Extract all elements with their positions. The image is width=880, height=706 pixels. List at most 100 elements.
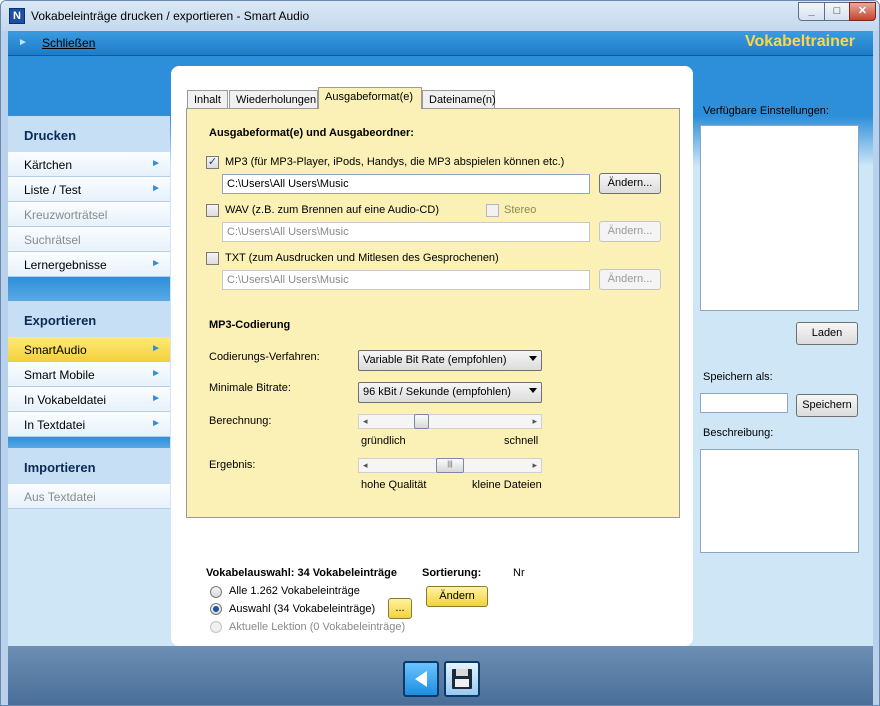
close-menu-item[interactable]: Schließen [42, 36, 95, 50]
output-heading: Ausgabeformat(e) und Ausgabeordner: [209, 127, 414, 139]
coding-method-label: Codierungs-Verfahren: [209, 351, 320, 363]
minimize-button[interactable]: _ [798, 2, 825, 21]
coding-method-select[interactable]: Variable Bit Rate (empfohlen) [358, 350, 542, 371]
sidebar-item-kaertchen[interactable]: Kärtchen ► [8, 152, 170, 177]
save-button[interactable] [444, 661, 480, 697]
stereo-checkbox [486, 204, 499, 217]
stereo-label: Stereo [504, 204, 537, 216]
sidebar-item-in-vokabeldatei[interactable]: In Vokabeldatei ► [8, 387, 170, 412]
slider-right-arrow-icon[interactable]: ▸ [532, 459, 537, 472]
sidebar-gap [8, 277, 170, 301]
section-importieren: Importieren [8, 448, 170, 484]
calc-high-label: schnell [504, 435, 539, 447]
radio-selection-label: Auswahl (34 Vokabeleinträge) [229, 603, 376, 615]
chevron-right-icon: ► [151, 368, 161, 379]
radio-current-lesson-label: Aktuelle Lektion (0 Vokabeleinträge) [229, 621, 406, 633]
chevron-right-icon: ► [151, 343, 161, 354]
min-bitrate-select[interactable]: 96 kBit / Sekunde (empfohlen) [358, 382, 542, 403]
tab-wiederholungen[interactable]: Wiederholungen [229, 90, 318, 109]
window-title: Vokabeleinträge drucken / exportieren - … [31, 9, 310, 23]
sidebar-item-label: In Vokabeldatei [24, 393, 107, 407]
sidebar-item-label: Smart Mobile [24, 368, 95, 382]
coding-method-value: Variable Bit Rate (empfohlen) [363, 354, 507, 366]
slider-left-arrow-icon[interactable]: ◂ [363, 415, 368, 428]
sort-change-button[interactable]: Ändern [426, 586, 488, 607]
back-arrow-icon [415, 671, 427, 687]
chevron-right-icon: ► [151, 418, 161, 429]
sidebar-item-label: In Textdatei [24, 418, 86, 432]
mp3-coding-heading: MP3-Codierung [209, 319, 291, 331]
sidebar-item-label: SmartAudio [24, 343, 87, 357]
sidebar-item-label: Suchrätsel [24, 233, 81, 247]
min-bitrate-label: Minimale Bitrate: [209, 382, 291, 394]
txt-change-button: Ändern... [599, 269, 661, 290]
sidebar-item-in-textdatei[interactable]: In Textdatei ► [8, 412, 170, 437]
sidebar-item-smart-mobile[interactable]: Smart Mobile ► [8, 362, 170, 387]
maximize-button[interactable]: □ [824, 2, 850, 21]
app-icon: N [9, 8, 25, 24]
play-arrow-icon: ► [18, 37, 28, 48]
mp3-path-field[interactable]: C:\Users\All Users\Music [222, 174, 590, 194]
sort-label: Sortierung: [422, 567, 482, 579]
calc-low-label: gründlich [361, 435, 406, 447]
mp3-checkbox[interactable]: ✓ [206, 156, 219, 169]
title-bar: N Vokabeleinträge drucken / exportieren … [1, 1, 879, 31]
selection-dots-button[interactable]: ... [388, 598, 412, 619]
sidebar-item-lernergebnisse[interactable]: Lernergebnisse ► [8, 252, 170, 277]
save-as-input[interactable] [700, 393, 788, 413]
txt-checkbox[interactable] [206, 252, 219, 265]
min-bitrate-value: 96 kBit / Sekunde (empfohlen) [363, 386, 511, 398]
result-slider[interactable]: ◂ ▸ ||| [358, 458, 542, 473]
description-box[interactable] [700, 449, 859, 553]
sidebar-gap [8, 437, 170, 448]
tab-inhalt[interactable]: Inhalt [187, 90, 228, 109]
available-settings-list[interactable] [700, 125, 859, 311]
floppy-disk-icon [452, 669, 472, 689]
bottom-bar [8, 646, 873, 705]
sidebar-item-label: Aus Textdatei [24, 490, 96, 504]
sidebar-item-label: Lernergebnisse [24, 258, 107, 272]
slider-right-arrow-icon[interactable]: ▸ [532, 415, 537, 428]
sidebar-item-liste-test[interactable]: Liste / Test ► [8, 177, 170, 202]
selection-heading: Vokabelauswahl: 34 Vokabeleinträge [206, 567, 397, 579]
tab-content [186, 108, 680, 518]
sidebar-item-label: Liste / Test [24, 183, 82, 197]
wav-checkbox[interactable] [206, 204, 219, 217]
section-drucken: Drucken [8, 116, 170, 152]
dropdown-arrow-icon [529, 356, 537, 361]
tab-dateiname[interactable]: Dateiname(n) [422, 90, 496, 109]
sidebar: Drucken Kärtchen ► Liste / Test ► Kreuzwor… [8, 116, 170, 646]
load-button[interactable]: Laden [796, 322, 858, 345]
radio-current-lesson [210, 621, 222, 633]
menu-bar: ► Schließen Vokabeltrainer [8, 31, 873, 56]
dropdown-arrow-icon [529, 388, 537, 393]
slider-thumb[interactable] [414, 414, 429, 429]
app-window: N Vokabeleinträge drucken / exportieren … [0, 0, 880, 706]
chevron-right-icon: ► [151, 258, 161, 269]
section-exportieren: Exportieren [8, 301, 170, 337]
tab-ausgabeformat[interactable]: Ausgabeformat(e) [318, 87, 422, 109]
mp3-change-button[interactable]: Ändern... [599, 173, 661, 194]
txt-label: TXT (zum Ausdrucken und Mitlesen des Ges… [225, 252, 499, 264]
sidebar-item-suchraetsel: Suchrätsel [8, 227, 170, 252]
radio-selection[interactable] [210, 603, 222, 615]
mp3-label: MP3 (für MP3-Player, iPods, Handys, die … [225, 156, 565, 168]
back-button[interactable] [403, 661, 439, 697]
save-settings-button[interactable]: Speichern [796, 394, 858, 417]
result-label: Ergebnis: [209, 459, 256, 471]
calculation-slider[interactable]: ◂ ▸ [358, 414, 542, 429]
radio-all[interactable] [210, 586, 222, 598]
sort-value: Nr [513, 567, 525, 579]
slider-thumb[interactable]: ||| [436, 458, 464, 473]
sidebar-item-kreuzwortraetsel: Kreuzworträtsel [8, 202, 170, 227]
close-window-button[interactable]: ✕ [849, 2, 876, 21]
save-as-label: Speichern als: [703, 371, 773, 383]
slider-left-arrow-icon[interactable]: ◂ [363, 459, 368, 472]
radio-all-label: Alle 1.262 Vokabeleinträge [229, 585, 360, 597]
description-label: Beschreibung: [703, 427, 774, 439]
result-low-label: hohe Qualität [361, 479, 427, 491]
sidebar-item-smartaudio[interactable]: SmartAudio ► [8, 337, 170, 362]
chevron-right-icon: ► [151, 158, 161, 169]
txt-path-field: C:\Users\All Users\Music [222, 270, 590, 290]
sidebar-item-aus-textdatei: Aus Textdatei [8, 484, 170, 509]
